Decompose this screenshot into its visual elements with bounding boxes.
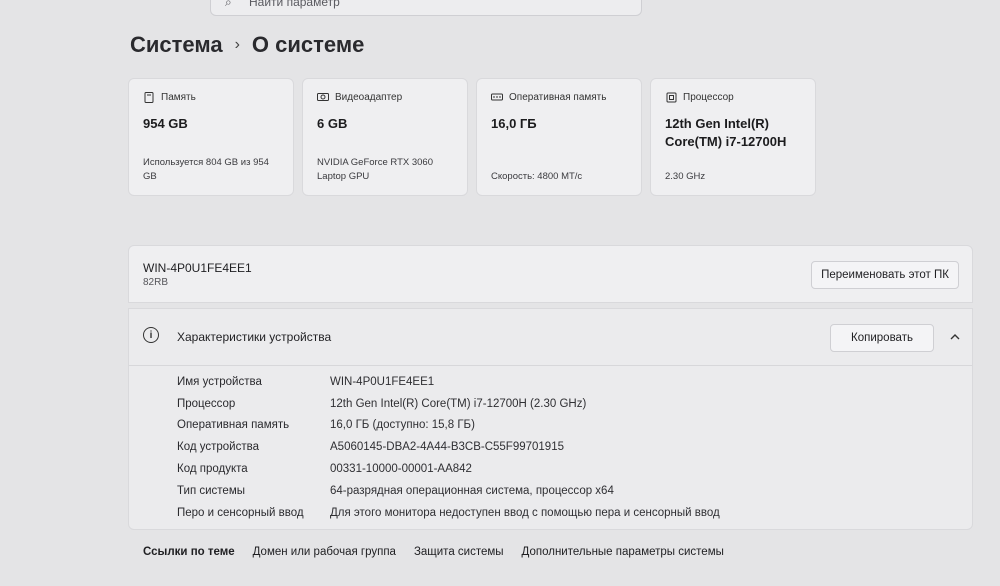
device-specs-panel: i Характеристики устройства Копировать И… bbox=[128, 308, 973, 530]
spec-key: Тип системы bbox=[177, 484, 245, 497]
breadcrumb: Система › О системе bbox=[130, 32, 364, 58]
card-gpu[interactable]: Видеоадаптер 6 GB NVIDIA GeForce RTX 306… bbox=[302, 78, 468, 196]
card-value: 16,0 ГБ bbox=[491, 116, 537, 131]
spec-rows: Имя устройства WIN-4P0U1FE4EE1 Процессор 1… bbox=[177, 371, 720, 524]
spec-value: 16,0 ГБ (доступно: 15,8 ГБ) bbox=[330, 419, 475, 432]
info-icon: i bbox=[143, 327, 159, 343]
card-cpu[interactable]: Процессор 12th Gen Intel(R) Core(TM) i7-… bbox=[650, 78, 816, 196]
rename-pc-button[interactable]: Переименовать этот ПК bbox=[811, 261, 959, 289]
card-sub: Используется 804 GB из 954 GB bbox=[143, 157, 269, 182]
card-title: Память bbox=[161, 91, 196, 103]
search-box[interactable]: ⌕ Найти параметр bbox=[210, 0, 642, 16]
card-sub: 2.30 GHz bbox=[665, 170, 706, 182]
device-specs-header[interactable]: i Характеристики устройства Копировать bbox=[129, 309, 972, 366]
spec-value: 00331-10000-00001-AA842 bbox=[330, 463, 472, 476]
link-system-protection[interactable]: Защита системы bbox=[414, 546, 504, 558]
chevron-right-icon: › bbox=[234, 36, 240, 53]
spec-row: Перо и сенсорный ввод Для этого монитора … bbox=[177, 502, 720, 524]
card-ram[interactable]: Оперативная память 16,0 ГБ Скорость: 480… bbox=[476, 78, 642, 196]
spec-value: A5060145-DBA2-4A44-B3CB-C55F99701915 bbox=[330, 441, 564, 454]
card-title: Процессор bbox=[683, 91, 734, 103]
card-storage[interactable]: Память 954 GB Используется 804 GB из 954… bbox=[128, 78, 294, 196]
search-icon: ⌕ bbox=[225, 0, 232, 9]
storage-icon bbox=[143, 91, 155, 103]
card-sub: NVIDIA GeForce RTX 3060 Laptop GPU bbox=[317, 157, 433, 182]
card-value: 12th Gen Intel(R) Core(TM) i7-12700H bbox=[665, 116, 787, 150]
spec-row: Процессор 12th Gen Intel(R) Core(TM) i7-1… bbox=[177, 393, 720, 415]
spec-cards: Память 954 GB Используется 804 GB из 954… bbox=[128, 78, 816, 196]
device-specs-title: Характеристики устройства bbox=[177, 330, 332, 344]
search-placeholder: Найти параметр bbox=[249, 0, 340, 9]
spec-row: Код устройства A5060145-DBA2-4A44-B3CB-C5… bbox=[177, 436, 720, 458]
copy-button[interactable]: Копировать bbox=[830, 324, 934, 352]
spec-value: Для этого монитора недоступен ввод с пом… bbox=[330, 506, 720, 519]
card-value: 6 GB bbox=[317, 116, 348, 131]
ram-icon bbox=[491, 91, 503, 103]
spec-key: Процессор bbox=[177, 397, 236, 410]
link-advanced-system-settings[interactable]: Дополнительные параметры системы bbox=[522, 546, 724, 558]
card-sub: Скорость: 4800 МТ/с bbox=[491, 170, 583, 182]
spec-row: Код продукта 00331-10000-00001-AA842 bbox=[177, 458, 720, 480]
spec-key: Код продукта bbox=[177, 463, 248, 476]
spec-key: Перо и сенсорный ввод bbox=[177, 506, 304, 519]
device-name-panel: WIN-4P0U1FE4EE1 82RB Переименовать этот … bbox=[128, 245, 973, 303]
card-title: Видеоадаптер bbox=[335, 91, 403, 103]
spec-value: 64-разрядная операционная система, проце… bbox=[330, 484, 614, 497]
device-model: 82RB bbox=[143, 277, 169, 288]
breadcrumb-parent[interactable]: Система bbox=[130, 32, 223, 58]
related-links-label: Ссылки по теме bbox=[143, 546, 235, 558]
link-domain-workgroup[interactable]: Домен или рабочая группа bbox=[253, 546, 396, 558]
spec-key: Код устройства bbox=[177, 441, 259, 454]
related-links: Ссылки по теме Домен или рабочая группа … bbox=[143, 546, 724, 558]
spec-value: 12th Gen Intel(R) Core(TM) i7-12700H (2.… bbox=[330, 397, 587, 410]
page-title: О системе bbox=[251, 32, 365, 57]
chevron-up-icon[interactable] bbox=[950, 329, 960, 343]
card-title: Оперативная память bbox=[509, 91, 607, 103]
spec-row: Оперативная память 16,0 ГБ (доступно: 15,… bbox=[177, 415, 720, 437]
spec-row: Имя устройства WIN-4P0U1FE4EE1 bbox=[177, 371, 720, 393]
card-value: 954 GB bbox=[143, 116, 188, 131]
spec-key: Оперативная память bbox=[177, 419, 290, 432]
gpu-icon bbox=[317, 91, 329, 103]
spec-value: WIN-4P0U1FE4EE1 bbox=[330, 375, 435, 388]
device-name: WIN-4P0U1FE4EE1 bbox=[143, 261, 252, 275]
spec-row: Тип системы 64-разрядная операционная сис… bbox=[177, 480, 720, 502]
cpu-icon bbox=[665, 91, 677, 103]
spec-key: Имя устройства bbox=[177, 375, 262, 388]
